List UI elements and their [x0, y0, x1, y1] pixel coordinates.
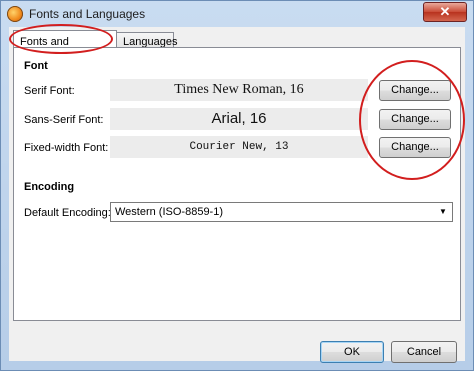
encoding-section-title: Encoding [24, 181, 75, 193]
sans-serif-font-value: Arial, 16 [110, 108, 368, 130]
close-button[interactable]: ✕ [423, 2, 467, 22]
fixed-width-font-label: Fixed-width Font: [24, 142, 109, 154]
tab-panel: Font Serif Font: Times New Roman, 16 Cha… [13, 47, 461, 321]
serif-change-button[interactable]: Change... [379, 80, 451, 101]
ok-button[interactable]: OK [320, 341, 384, 363]
dialog-body: Fonts and Encoding Languages Font Serif … [9, 27, 465, 363]
dialog-window: Fonts and Languages ✕ Fonts and Encoding… [0, 0, 474, 371]
fixed-width-change-button[interactable]: Change... [379, 137, 451, 158]
window-title: Fonts and Languages [29, 7, 146, 21]
sans-serif-change-button[interactable]: Change... [379, 109, 451, 130]
default-encoding-select[interactable]: Western (ISO-8859-1) ▼ [110, 202, 453, 222]
title-bar[interactable]: Fonts and Languages ✕ [1, 1, 473, 27]
serif-font-label: Serif Font: [24, 85, 75, 97]
font-section-title: Font [24, 60, 48, 72]
default-encoding-value: Western (ISO-8859-1) [115, 206, 224, 218]
fixed-width-font-value: Courier New, 13 [110, 136, 368, 158]
default-encoding-label: Default Encoding: [24, 207, 111, 219]
chevron-down-icon: ▼ [439, 207, 447, 216]
cancel-button[interactable]: Cancel [391, 341, 457, 363]
app-icon [7, 6, 23, 22]
serif-font-value: Times New Roman, 16 [110, 79, 368, 101]
sans-serif-font-label: Sans-Serif Font: [24, 114, 104, 126]
